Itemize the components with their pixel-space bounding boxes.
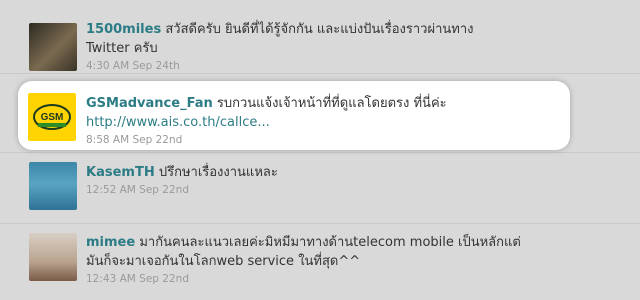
- svg-text:GSM: GSM: [41, 112, 64, 123]
- tweet-text: มากันคนละแนวเลยค่ะมิหมีมาทางด้านtelecom …: [139, 235, 521, 250]
- timestamp-link[interactable]: 12:43 AM Sep 22nd: [86, 271, 556, 287]
- username-link[interactable]: KasemTH: [86, 165, 155, 180]
- tweet-text: Twitter ครับ: [86, 41, 158, 56]
- username-link[interactable]: 1500miles: [86, 22, 161, 37]
- username-link[interactable]: mimee: [86, 235, 135, 250]
- timestamp-link[interactable]: 8:58 AM Sep 22nd: [86, 132, 556, 148]
- tweet-content: GSMadvance_Fan รบกวนแจ้งเจ้าหน้าที่ที่ดู…: [86, 94, 556, 148]
- tweet-link[interactable]: http://www.ais.co.th/callce...: [86, 115, 270, 130]
- timestamp-link[interactable]: 12:52 AM Sep 22nd: [86, 182, 556, 198]
- timestamp-link[interactable]: 4:30 AM Sep 24th: [86, 58, 556, 74]
- avatar-kasemth[interactable]: [29, 162, 77, 210]
- tweet-text: รบกวนแจ้งเจ้าหน้าที่ที่ดูแลโดยตรง ที่นี่…: [216, 96, 447, 111]
- tweet-content: 1500miles สวัสดีครับ ยินดีที่ได้รู้จักกั…: [86, 20, 556, 74]
- tweet-content: mimee มากันคนละแนวเลยค่ะมิหมีมาทางด้านte…: [86, 233, 556, 287]
- avatar-1500miles[interactable]: [29, 23, 77, 71]
- avatar-gsmadvance-fan[interactable]: GSM: [28, 93, 76, 141]
- avatar-mimee[interactable]: [29, 233, 77, 281]
- tweet-text: สวัสดีครับ ยินดีที่ได้รู้จักกัน และแบ่งป…: [165, 22, 474, 37]
- tweet-text: ปรึกษาเรื่องงานแหละ: [158, 165, 278, 180]
- tweet-content: KasemTH ปรึกษาเรื่องงานแหละ 12:52 AM Sep…: [86, 163, 556, 198]
- tweet-list: GSM 1500miles สวัสดีครับ ยินดีที่ได้รู้จ…: [0, 0, 640, 300]
- gsm-logo-icon: GSM: [33, 104, 71, 130]
- tweet-text: มันก็จะมาเจอกันในโลกweb service ในที่สุด…: [86, 254, 361, 269]
- username-link[interactable]: GSMadvance_Fan: [86, 96, 213, 111]
